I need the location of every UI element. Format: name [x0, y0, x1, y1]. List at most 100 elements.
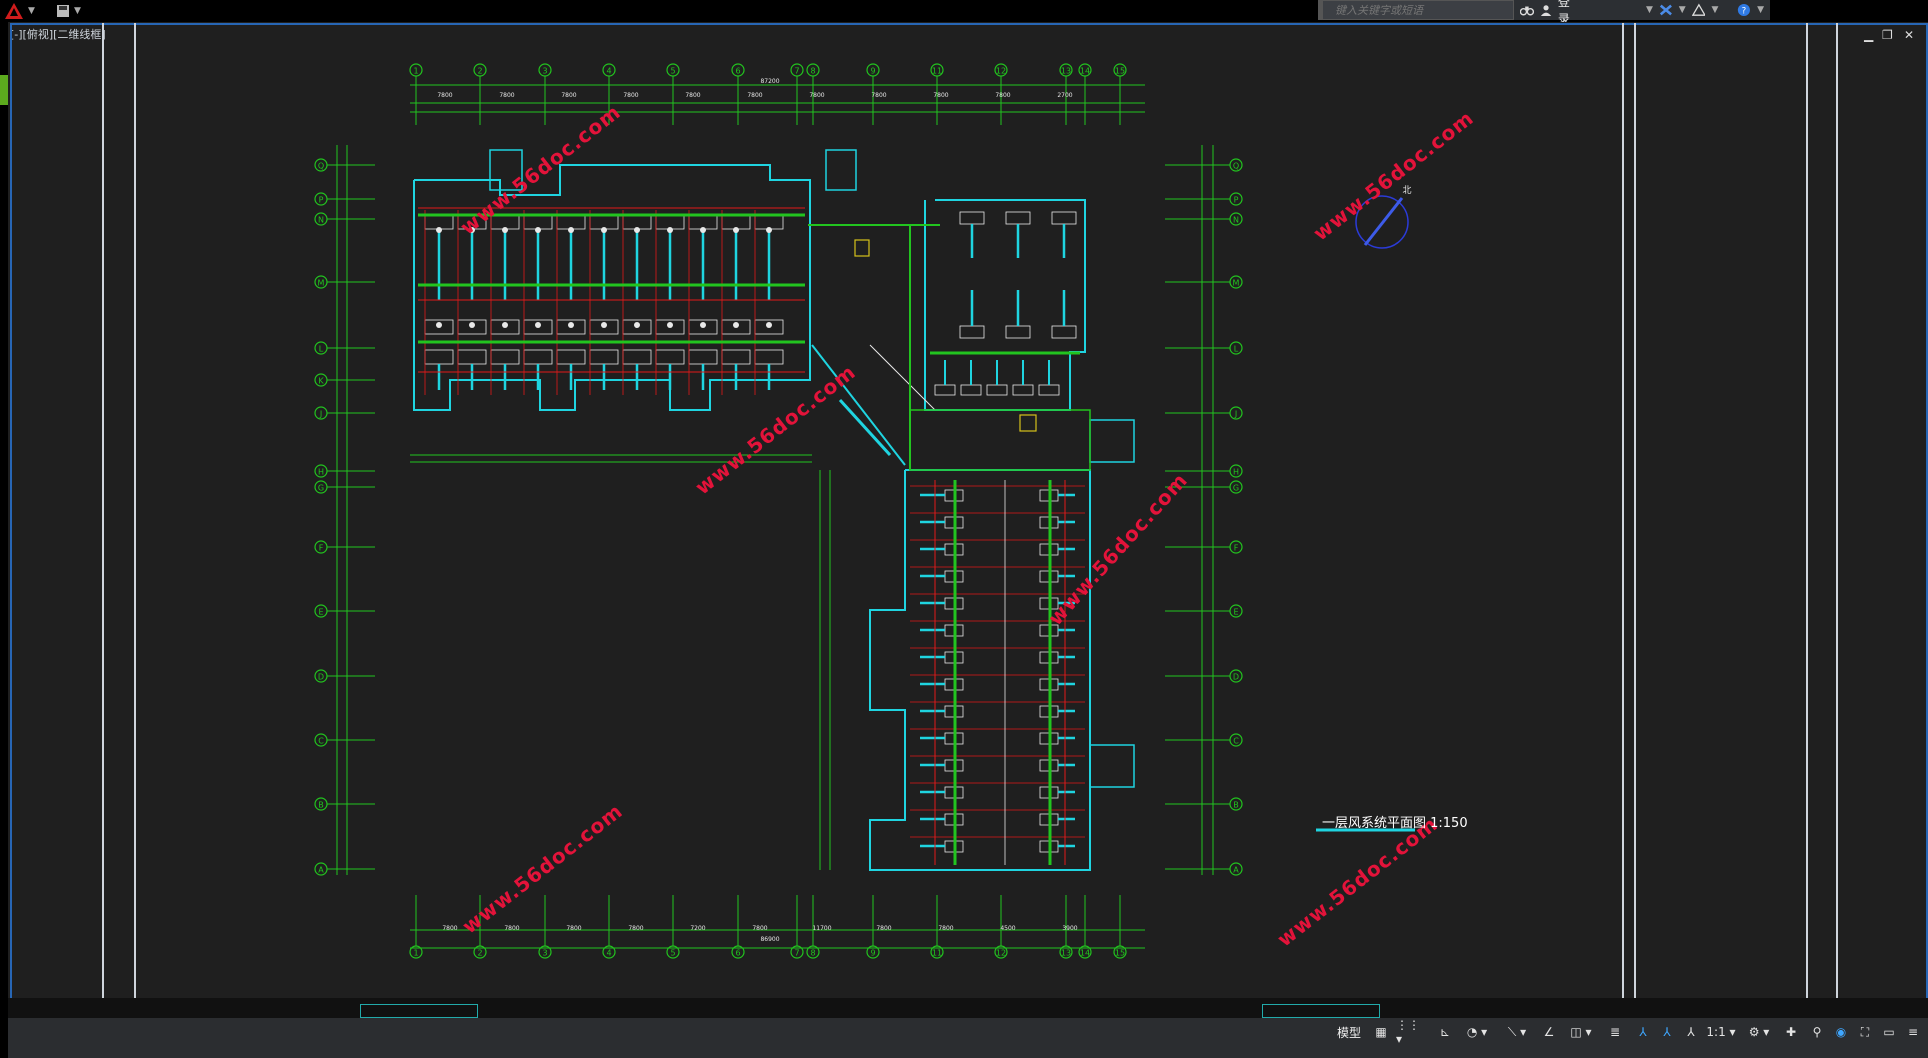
room-unit — [1005, 211, 1031, 225]
room-unit — [655, 214, 685, 230]
room-unit — [523, 214, 553, 230]
air-diffuser — [502, 227, 508, 233]
angle-icon[interactable]: ∠ — [1538, 1018, 1560, 1046]
room-unit — [523, 349, 553, 365]
total-dimension: 86900 — [760, 936, 779, 943]
axis-bubble-bottom-label: 7 — [794, 949, 799, 958]
dimension-text: 2700 — [1057, 92, 1072, 99]
axis-bubble-top-label: 12 — [996, 67, 1006, 76]
axis-bubble-bottom-label: 12 — [996, 949, 1006, 958]
air-diffuser — [601, 322, 607, 328]
dimension-text: 7800 — [685, 92, 700, 99]
hardware-acceleration-icon[interactable]: ◉ — [1830, 1018, 1852, 1046]
west-wing-outline — [413, 164, 811, 411]
room-unit — [556, 349, 586, 365]
scale-dropdown[interactable]: 1:1 ▾ — [1704, 1018, 1738, 1046]
dimension-text: 7800 — [566, 925, 581, 932]
stair-outline — [1089, 419, 1135, 463]
air-diffuser — [535, 227, 541, 233]
axis-bubble-bottom-label: 5 — [670, 949, 675, 958]
north-label: 北 — [1402, 185, 1411, 196]
dimension-text: 7800 — [623, 92, 638, 99]
fullscreen-icon[interactable]: ▭ — [1878, 1018, 1900, 1046]
dimension-text: 7800 — [437, 92, 452, 99]
shaft-box — [1019, 414, 1037, 432]
grid-icon[interactable]: ▦ — [1370, 1018, 1392, 1046]
axis-bubble-left-label: Q — [318, 162, 324, 171]
air-diffuser — [601, 227, 607, 233]
dimension-text: 7800 — [499, 92, 514, 99]
axis-bubble-top-label: 9 — [870, 67, 875, 76]
workspace-gear-icon[interactable]: ⚙ ▾ — [1742, 1018, 1776, 1046]
stair-outline — [825, 149, 857, 191]
room-unit — [589, 214, 619, 230]
annotation-visibility-icon[interactable]: ⅄ — [1632, 1018, 1654, 1046]
room-unit — [490, 349, 520, 365]
dimension-text: 7800 — [938, 925, 953, 932]
axis-bubble-top-label: 4 — [606, 67, 611, 76]
air-diffuser — [568, 322, 574, 328]
ortho-icon[interactable]: ⊾ — [1434, 1018, 1456, 1046]
total-dimension: 87200 — [760, 78, 779, 85]
axis-bubble-bottom-label: 8 — [810, 949, 815, 958]
dimension-text: 3900 — [1062, 925, 1077, 932]
annotation-scale-icon[interactable]: ⅄ — [1680, 1018, 1702, 1046]
axis-bubble-left-label: C — [318, 737, 324, 746]
dimension-text: 7800 — [809, 92, 824, 99]
osnap-icon[interactable]: ⟍ ▾ — [1500, 1018, 1534, 1046]
axis-bubble-left-label: H — [318, 468, 324, 477]
room-unit — [959, 325, 985, 339]
air-diffuser — [766, 227, 772, 233]
axis-bubble-bottom-label: 6 — [735, 949, 740, 958]
axis-bubble-right-label: C — [1233, 737, 1239, 746]
layout-thumbnail[interactable] — [360, 1004, 478, 1018]
axis-bubble-right-label: N — [1233, 216, 1239, 225]
add-icon[interactable]: ✚ — [1780, 1018, 1802, 1046]
dimension-text: 7800 — [442, 925, 457, 932]
lineweight-icon[interactable]: ≣ — [1604, 1018, 1626, 1046]
axis-bubble-bottom-label: 11 — [932, 949, 942, 958]
axis-bubble-bottom-label: 14 — [1080, 949, 1090, 958]
layout-thumbnail[interactable] — [1262, 1004, 1380, 1018]
dimension-text: 7800 — [995, 92, 1010, 99]
axis-bubble-bottom-label: 1 — [413, 949, 418, 958]
room-unit — [457, 349, 487, 365]
dimension-text: 7800 — [628, 925, 643, 932]
room-unit — [688, 214, 718, 230]
auto-scale-icon[interactable]: ⅄ — [1656, 1018, 1678, 1046]
snap-icon[interactable]: ⋮⋮ ▾ — [1396, 1018, 1426, 1046]
customize-menu-icon[interactable]: ≡ — [1902, 1018, 1924, 1046]
ucs-icon[interactable]: ◫ ▾ — [1564, 1018, 1598, 1046]
axis-bubble-left-label: J — [319, 410, 322, 419]
axis-bubble-left-label: M — [318, 279, 325, 288]
room-unit — [688, 349, 718, 365]
axis-bubble-top-label: 15 — [1115, 67, 1125, 76]
axis-bubble-left-label: E — [318, 608, 323, 617]
axis-bubble-right-label: J — [1234, 410, 1237, 419]
axis-bubble-left-label: B — [318, 801, 324, 810]
dimension-text: 7800 — [933, 92, 948, 99]
axis-bubble-top-label: 6 — [735, 67, 740, 76]
axis-bubble-right-label: A — [1233, 866, 1239, 875]
model-space-button[interactable]: 模型 — [1334, 1018, 1364, 1046]
axis-bubble-top-label: 5 — [670, 67, 675, 76]
status-bar: 模型 ▦ ⋮⋮ ▾ ⊾ ◔ ▾ ⟍ ▾ ∠ ◫ ▾ ≣ ⅄ ⅄ ⅄ 1:1 ▾ … — [8, 1018, 1928, 1058]
axis-bubble-bottom-label: 4 — [606, 949, 611, 958]
air-diffuser — [766, 322, 772, 328]
axis-bubble-top-label: 8 — [810, 67, 815, 76]
dimension-text: 7800 — [561, 92, 576, 99]
polar-icon[interactable]: ◔ ▾ — [1460, 1018, 1494, 1046]
axis-bubble-left-label: L — [319, 345, 324, 354]
dimension-text: 7200 — [690, 925, 705, 932]
axis-bubble-right-label: M — [1233, 279, 1240, 288]
axis-bubble-left-label: G — [318, 484, 324, 493]
shaft-box — [854, 239, 870, 257]
room-unit — [986, 384, 1008, 396]
room-unit — [959, 211, 985, 225]
isolate-icon[interactable]: ⚲ — [1806, 1018, 1828, 1046]
clean-screen-icon[interactable]: ⛶ — [1854, 1018, 1876, 1046]
room-unit — [1005, 325, 1031, 339]
axis-bubble-right-label: E — [1233, 608, 1238, 617]
scale-label: 1:1 — [1706, 1025, 1726, 1039]
dimension-text: 7800 — [871, 92, 886, 99]
